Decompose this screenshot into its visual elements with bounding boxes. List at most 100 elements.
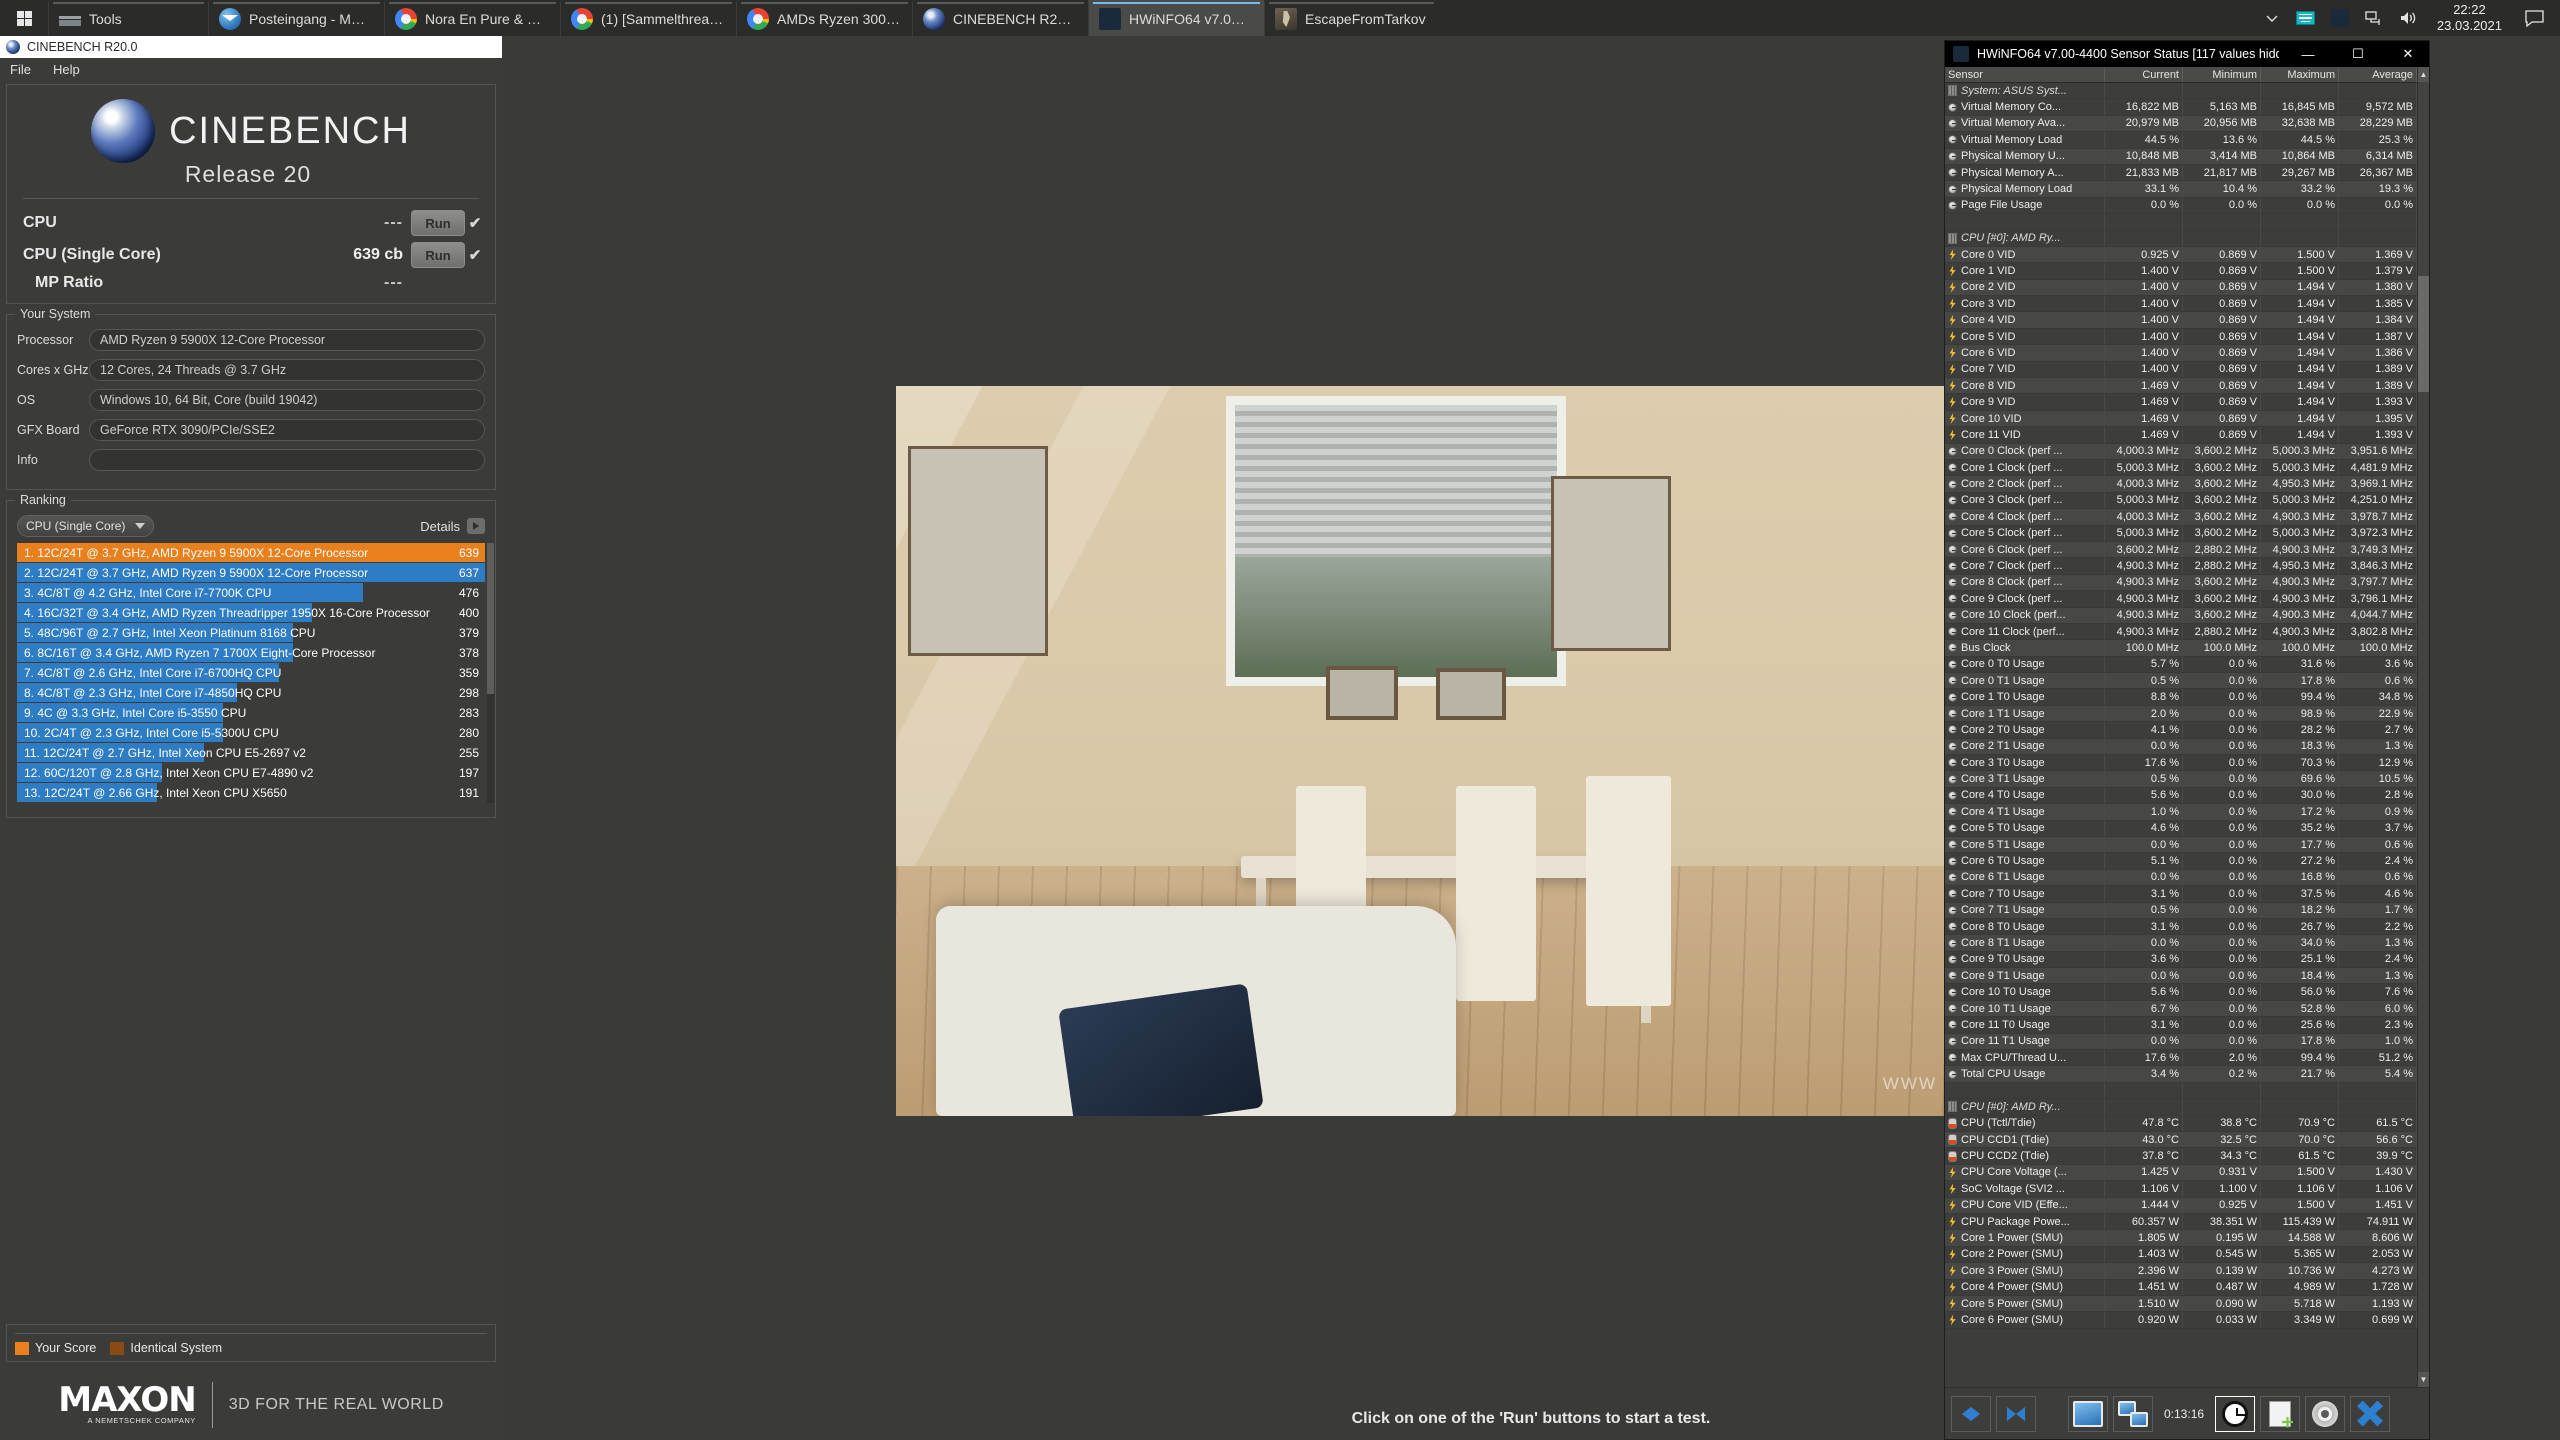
cinebench-titlebar[interactable]: CINEBENCH R20.0 — [0, 36, 502, 58]
logging-button[interactable] — [2260, 1396, 2300, 1432]
expand-all-button[interactable] — [1951, 1396, 1991, 1432]
ranking-row[interactable]: 4. 16C/32T @ 3.4 GHz, AMD Ryzen Threadri… — [17, 603, 485, 623]
volume-icon[interactable] — [2391, 0, 2425, 36]
ranking-row[interactable]: 8. 4C/8T @ 2.3 GHz, Intel Core i7-4850HQ… — [17, 683, 485, 703]
sensor-row[interactable]: Page File Usage0.0 %0.0 %0.0 %0.0 % — [1945, 198, 2417, 214]
action-center-icon[interactable] — [2514, 10, 2554, 27]
sensor-row[interactable]: Core 9 VID1.469 V0.869 V1.494 V1.393 V — [1945, 394, 2417, 410]
taskbar-item-1[interactable]: Posteingang - Mozi... — [208, 0, 384, 36]
column-header-3[interactable]: Maximum — [2261, 67, 2339, 82]
sensor-row[interactable]: Core 0 VID0.925 V0.869 V1.500 V1.369 V — [1945, 247, 2417, 263]
sensor-row[interactable]: Core 11 VID1.469 V0.869 V1.494 V1.393 V — [1945, 427, 2417, 443]
ranking-row[interactable]: 9. 4C @ 3.3 GHz, Intel Core i5-3550 CPU2… — [17, 703, 485, 723]
sensor-row[interactable]: Core 8 Clock (perf ...4,900.3 MHz3,600.2… — [1945, 575, 2417, 591]
sensor-settings-button[interactable] — [2068, 1396, 2108, 1432]
sensor-row[interactable]: Core 1 Power (SMU)1.805 W0.195 W14.588 W… — [1945, 1230, 2417, 1246]
sensor-row[interactable]: Core 0 T0 Usage5.7 %0.0 %31.6 %3.6 % — [1945, 657, 2417, 673]
sensor-table-scrollbar[interactable]: ▲ ▼ — [2417, 67, 2429, 1387]
start-button[interactable] — [0, 0, 48, 36]
sensor-row[interactable]: CPU Package Powe...60.357 W38.351 W115.4… — [1945, 1214, 2417, 1230]
sensor-row[interactable]: Core 10 VID1.469 V0.869 V1.494 V1.395 V — [1945, 411, 2417, 427]
sensor-row[interactable]: Virtual Memory Ava...20,979 MB20,956 MB3… — [1945, 116, 2417, 132]
sensor-row[interactable]: Core 5 VID1.400 V0.869 V1.494 V1.387 V — [1945, 329, 2417, 345]
sensor-row[interactable]: CPU Core VID (Effe...1.444 V0.925 V1.500… — [1945, 1198, 2417, 1214]
remote-monitoring-button[interactable] — [2113, 1396, 2153, 1432]
sensor-row[interactable]: Core 10 Clock (perf...4,900.3 MHz3,600.2… — [1945, 608, 2417, 624]
sensor-row[interactable]: Total CPU Usage3.4 %0.2 %21.7 %5.4 % — [1945, 1066, 2417, 1082]
ranking-row[interactable]: 5. 48C/96T @ 2.7 GHz, Intel Xeon Platinu… — [17, 623, 485, 643]
sensor-group-row[interactable]: CPU [#0]: AMD Ry... — [1945, 1099, 2417, 1115]
field-value[interactable]: Windows 10, 64 Bit, Core (build 19042) — [89, 389, 485, 411]
scroll-up-icon[interactable]: ▲ — [2418, 67, 2429, 82]
reset-timer-button[interactable] — [2215, 1396, 2255, 1432]
check-icon[interactable]: ✔ — [465, 246, 485, 264]
taskbar-item-7[interactable]: EscapeFromTarkov — [1264, 0, 1438, 36]
sensor-row[interactable]: Physical Memory Load33.1 %10.4 %33.2 %19… — [1945, 181, 2417, 197]
sensor-row[interactable]: Max CPU/Thread U...17.6 %2.0 %99.4 %51.2… — [1945, 1050, 2417, 1066]
ranking-row[interactable]: 11. 12C/24T @ 2.7 GHz, Intel Xeon CPU E5… — [17, 743, 485, 763]
sensor-row[interactable]: Core 11 T1 Usage0.0 %0.0 %17.8 %1.0 % — [1945, 1034, 2417, 1050]
sensor-row[interactable]: Virtual Memory Load44.5 %13.6 %44.5 %25.… — [1945, 132, 2417, 148]
sensor-row[interactable]: Core 3 VID1.400 V0.869 V1.494 V1.385 V — [1945, 296, 2417, 312]
ranking-row[interactable]: 10. 2C/4T @ 2.3 GHz, Intel Core i5-5300U… — [17, 723, 485, 743]
sensor-row[interactable]: Core 11 T0 Usage3.1 %0.0 %25.6 %2.3 % — [1945, 1017, 2417, 1033]
sensor-row[interactable]: Core 1 T0 Usage8.8 %0.0 %99.4 %34.8 % — [1945, 689, 2417, 705]
sensor-row[interactable]: Core 5 Clock (perf ...5,000.3 MHz3,600.2… — [1945, 526, 2417, 542]
ranking-row[interactable]: 1. 12C/24T @ 3.7 GHz, AMD Ryzen 9 5900X … — [17, 543, 485, 563]
sensor-row[interactable]: Core 8 T0 Usage3.1 %0.0 %26.7 %2.2 % — [1945, 919, 2417, 935]
maximize-button[interactable]: ☐ — [2337, 41, 2379, 67]
field-value[interactable] — [89, 449, 485, 471]
clock[interactable]: 22:22 23.03.2021 — [2425, 2, 2514, 35]
sensor-row[interactable]: Core 8 VID1.469 V0.869 V1.494 V1.389 V — [1945, 378, 2417, 394]
ranking-scrollbar[interactable] — [487, 543, 494, 803]
check-icon[interactable]: ✔ — [465, 214, 485, 232]
sensor-row[interactable]: Core 6 T0 Usage5.1 %0.0 %27.2 %2.4 % — [1945, 853, 2417, 869]
menu-help[interactable]: Help — [53, 62, 80, 77]
scroll-down-icon[interactable]: ▼ — [2418, 1372, 2429, 1387]
sensor-row[interactable]: SoC Voltage (SVI2 ...1.106 V1.100 V1.106… — [1945, 1181, 2417, 1197]
sensor-row[interactable]: Core 0 Clock (perf ...4,000.3 MHz3,600.2… — [1945, 444, 2417, 460]
sensor-group-row[interactable]: CPU [#0]: AMD Ry... — [1945, 231, 2417, 247]
sensor-row[interactable]: Core 3 Power (SMU)2.396 W0.139 W10.736 W… — [1945, 1263, 2417, 1279]
field-value[interactable]: 12 Cores, 24 Threads @ 3.7 GHz — [89, 359, 485, 381]
sensor-row[interactable]: Core 5 Power (SMU)1.510 W0.090 W5.718 W1… — [1945, 1296, 2417, 1312]
sensor-row[interactable]: Core 7 T1 Usage0.5 %0.0 %18.2 %1.7 % — [1945, 903, 2417, 919]
sensor-row[interactable]: CPU CCD2 (Tdie)37.8 °C34.3 °C61.5 °C39.9… — [1945, 1148, 2417, 1164]
sensor-row[interactable]: CPU (Tctl/Tdie)47.8 °C38.8 °C70.9 °C61.5… — [1945, 1116, 2417, 1132]
ranking-row[interactable]: 6. 8C/16T @ 3.4 GHz, AMD Ryzen 7 1700X E… — [17, 643, 485, 663]
sensor-row[interactable]: Core 1 Clock (perf ...5,000.3 MHz3,600.2… — [1945, 460, 2417, 476]
sensor-row[interactable]: Core 6 Power (SMU)0.920 W0.033 W3.349 W0… — [1945, 1312, 2417, 1328]
configure-button[interactable] — [2305, 1396, 2345, 1432]
column-header-0[interactable]: Sensor — [1945, 67, 2105, 82]
network-icon[interactable] — [2357, 0, 2391, 36]
sensor-row[interactable]: Core 9 T0 Usage3.6 %0.0 %25.1 %2.4 % — [1945, 952, 2417, 968]
sensor-row[interactable]: Core 4 VID1.400 V0.869 V1.494 V1.384 V — [1945, 312, 2417, 328]
field-value[interactable]: GeForce RTX 3090/PCIe/SSE2 — [89, 419, 485, 441]
show-hidden-icons-icon[interactable] — [2255, 0, 2289, 36]
ranking-mode-select[interactable]: CPU (Single Core) — [17, 515, 154, 537]
column-header-1[interactable]: Current — [2105, 67, 2183, 82]
collapse-all-button[interactable] — [1996, 1396, 2036, 1432]
sensor-group-row[interactable]: System: ASUS Syst... — [1945, 83, 2417, 99]
scrollbar-thumb[interactable] — [2418, 276, 2429, 392]
sensor-row[interactable]: Core 3 T0 Usage17.6 %0.0 %70.3 %12.9 % — [1945, 755, 2417, 771]
sensor-row[interactable]: Core 3 T1 Usage0.5 %0.0 %69.6 %10.5 % — [1945, 771, 2417, 787]
sensor-row[interactable]: Core 9 Clock (perf ...4,900.3 MHz3,600.2… — [1945, 591, 2417, 607]
taskbar-item-2[interactable]: Nora En Pure & So... — [384, 0, 560, 36]
sensor-row[interactable]: Core 5 T0 Usage4.6 %0.0 %35.2 %3.7 % — [1945, 821, 2417, 837]
details-button[interactable] — [467, 518, 485, 534]
hwinfo-titlebar[interactable]: HWiNFO64 v7.00-4400 Sensor Status [117 v… — [1945, 41, 2429, 67]
minimize-button[interactable]: — — [2287, 41, 2329, 67]
sensor-row[interactable]: Core 10 T1 Usage6.7 %0.0 %52.8 %6.0 % — [1945, 1001, 2417, 1017]
run-button[interactable]: Run — [411, 242, 465, 268]
close-button[interactable]: ✕ — [2387, 41, 2429, 67]
sensor-row[interactable]: CPU Core Voltage (...1.425 V0.931 V1.500… — [1945, 1165, 2417, 1181]
sensor-row[interactable]: Core 11 Clock (perf...4,900.3 MHz2,880.2… — [1945, 624, 2417, 640]
ranking-row[interactable]: 3. 4C/8T @ 4.2 GHz, Intel Core i7-7700K … — [17, 583, 485, 603]
sensor-row[interactable]: Core 1 VID1.400 V0.869 V1.500 V1.379 V — [1945, 263, 2417, 279]
sensor-row[interactable]: Core 4 T1 Usage1.0 %0.0 %17.2 %0.9 % — [1945, 804, 2417, 820]
column-header-2[interactable]: Minimum — [2183, 67, 2261, 82]
taskbar-item-6[interactable]: HWiNFO64 v7.00-4... — [1088, 0, 1264, 36]
ranking-row[interactable]: 2. 12C/24T @ 3.7 GHz, AMD Ryzen 9 5900X … — [17, 563, 485, 583]
taskbar-item-4[interactable]: AMDs Ryzen 3000 t... — [736, 0, 912, 36]
